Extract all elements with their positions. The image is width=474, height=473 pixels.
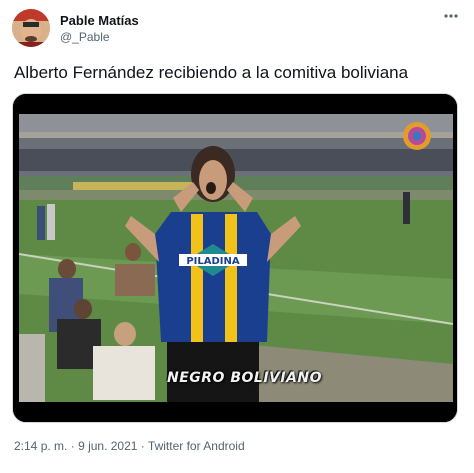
author-handle[interactable]: @_Pable [60, 30, 110, 44]
tweet[interactable]: Pable Matías @_Pable Alberto Fernández r… [0, 0, 474, 473]
jersey-sponsor: PILADINA [186, 256, 240, 267]
tweet-source[interactable]: Twitter for Android [148, 439, 245, 453]
tweet-date[interactable]: 9 jun. 2021 [78, 439, 137, 453]
tweet-meta: 2:14 p. m. · 9 jun. 2021 · Twitter for A… [14, 439, 245, 453]
avatar[interactable] [12, 9, 50, 47]
media-caption: NEGRO BOLIVIANO [167, 370, 323, 386]
meta-separator: · [70, 439, 75, 453]
avatar-image [12, 9, 50, 47]
tweet-text: Alberto Fernández recibiendo a la comiti… [14, 63, 409, 82]
meta-separator-2: · [140, 439, 145, 453]
more-horizontal-icon[interactable] [440, 8, 462, 28]
tweet-time[interactable]: 2:14 p. m. [14, 439, 67, 453]
author-name[interactable]: Pable Matías [60, 13, 139, 28]
